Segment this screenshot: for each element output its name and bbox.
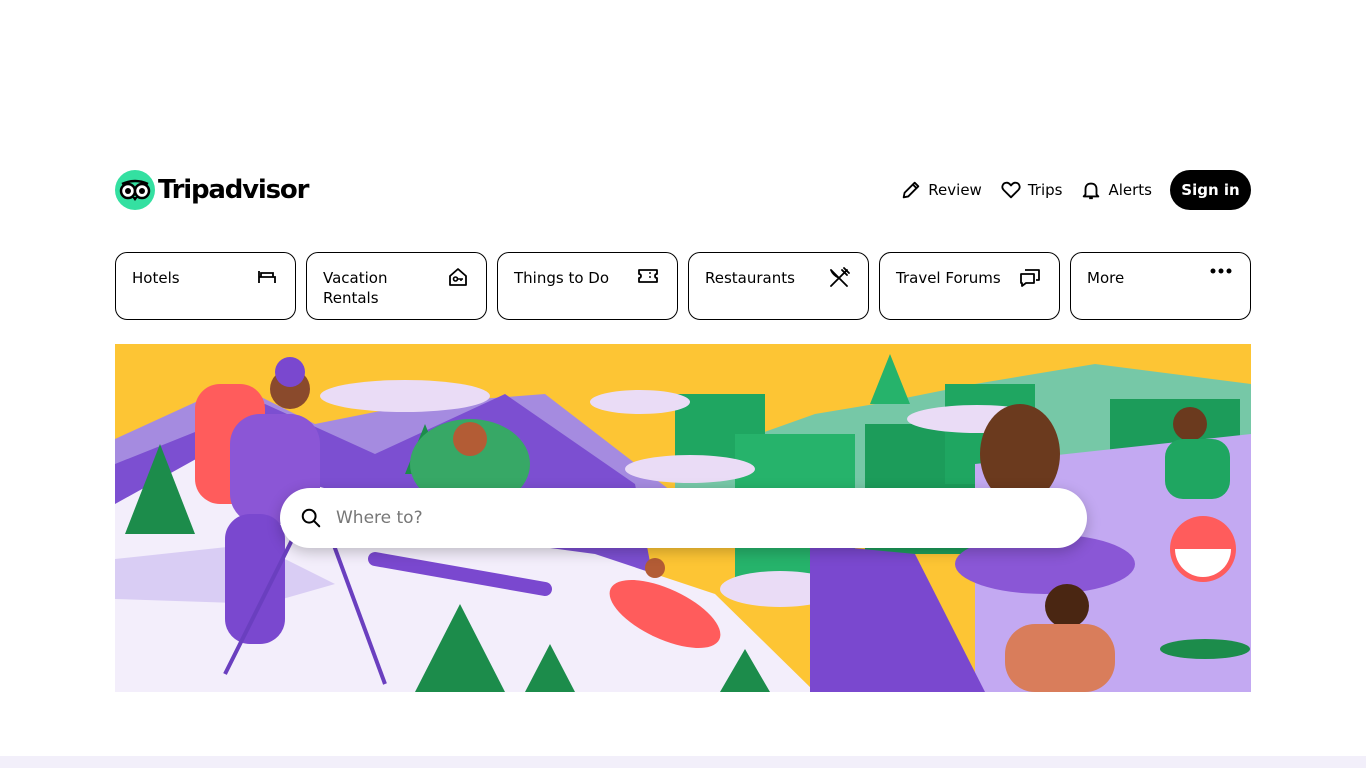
search-icon	[301, 508, 321, 528]
alerts-link[interactable]: Alerts	[1080, 179, 1152, 201]
category-label: Restaurants	[705, 269, 795, 287]
alerts-label: Alerts	[1108, 181, 1152, 199]
category-travel-forums[interactable]: Travel Forums	[879, 252, 1060, 320]
pencil-icon	[903, 181, 920, 199]
review-label: Review	[928, 181, 982, 199]
category-hotels[interactable]: Hotels	[115, 252, 296, 320]
header-nav: Review Trips Alerts Sign in	[900, 170, 1251, 210]
hero-banner	[115, 344, 1251, 692]
heart-icon	[1001, 181, 1021, 199]
footer-band	[0, 756, 1366, 768]
category-label: Travel Forums	[896, 269, 1001, 287]
brand-name: Tripadvisor	[158, 175, 309, 205]
category-vacation-rentals[interactable]: Vacation Rentals	[306, 252, 487, 320]
sign-in-button[interactable]: Sign in	[1170, 170, 1251, 210]
category-label: Vacation Rentals	[323, 269, 388, 307]
category-nav: Hotels Vacation Rentals Things to Do Res…	[115, 252, 1251, 320]
search-bar[interactable]	[280, 488, 1087, 548]
category-restaurants[interactable]: Restaurants	[688, 252, 869, 320]
bell-icon	[1083, 182, 1100, 200]
category-label: More	[1087, 269, 1125, 287]
category-label: Hotels	[132, 269, 180, 287]
category-things-to-do[interactable]: Things to Do	[497, 252, 678, 320]
house-key-icon	[449, 268, 467, 286]
review-link[interactable]: Review	[900, 179, 982, 201]
fork-knife-icon	[830, 267, 850, 287]
more-dots-icon	[1210, 268, 1232, 274]
owl-logo-icon	[115, 170, 155, 210]
site-header: Tripadvisor Review Trips Alerts Sign in	[115, 170, 1251, 210]
trips-label: Trips	[1027, 181, 1063, 199]
ticket-icon	[638, 269, 658, 283]
tripadvisor-logo[interactable]: Tripadvisor	[115, 170, 309, 210]
chat-bubbles-icon	[1020, 269, 1040, 287]
category-more[interactable]: More	[1070, 252, 1251, 320]
trips-link[interactable]: Trips	[1000, 179, 1063, 201]
bed-icon	[258, 271, 276, 283]
search-input[interactable]	[334, 507, 1038, 529]
category-label: Things to Do	[514, 269, 610, 287]
